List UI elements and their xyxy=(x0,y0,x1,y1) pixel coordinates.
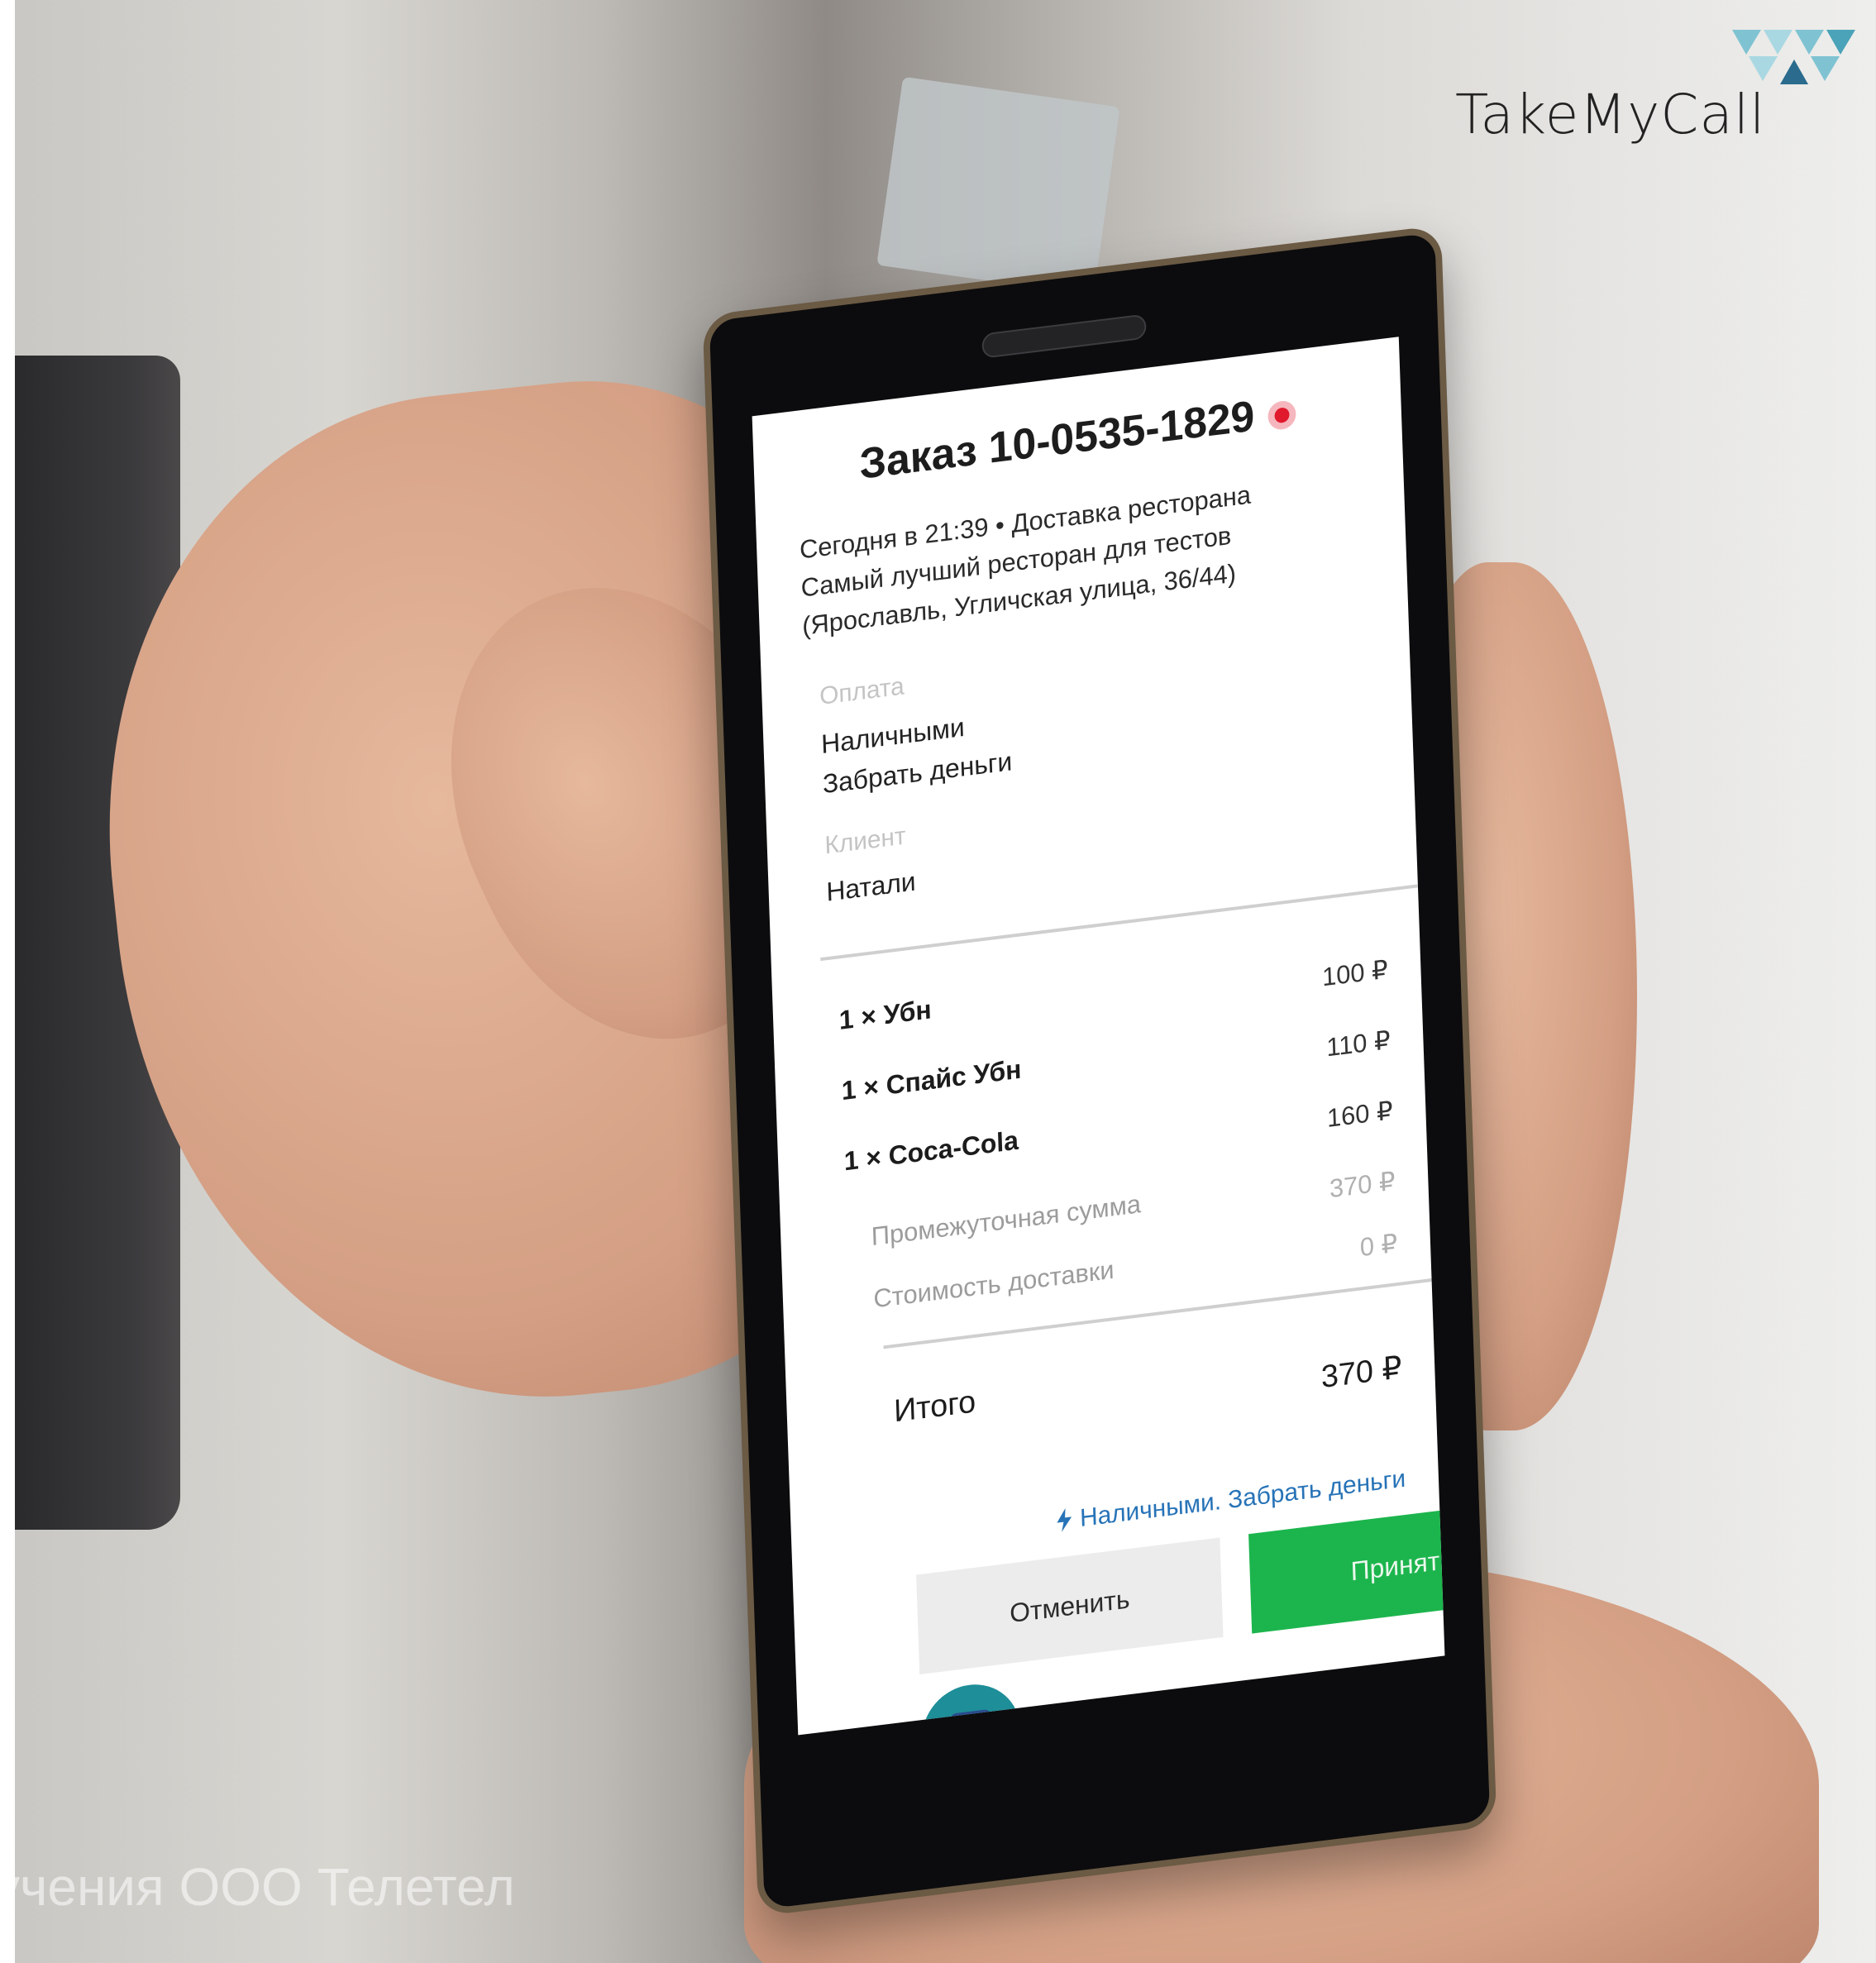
order-screen: Заказ 10-0535-1829 Сегодня в 21:39 • Дос… xyxy=(752,337,1445,1736)
total-value: 370 ₽ xyxy=(1320,1350,1403,1396)
item-name: 1 × Coca-Cola xyxy=(843,1125,1019,1177)
smartphone: Заказ 10-0535-1829 Сегодня в 21:39 • Дос… xyxy=(702,225,1497,1917)
takemycall-logo: TakeMyCall xyxy=(1455,30,1855,154)
order-meta: Сегодня в 21:39 • Доставка ресторана Сам… xyxy=(799,475,1254,645)
item-price: 160 ₽ xyxy=(1326,1096,1394,1133)
payment-label: Оплата xyxy=(819,672,905,710)
delivery-label: Стоимость доставки xyxy=(872,1254,1115,1314)
bolt-icon xyxy=(1057,1507,1072,1532)
order-title-row: Заказ 10-0535-1829 xyxy=(753,373,1401,502)
subtotal-value: 370 ₽ xyxy=(1329,1166,1396,1204)
order-title: Заказ 10-0535-1829 xyxy=(858,392,1256,490)
record-dot-icon xyxy=(1267,399,1296,432)
cancel-button[interactable]: Отменить xyxy=(916,1537,1224,1674)
item-name: 1 × Убн xyxy=(838,994,933,1036)
watermark-text: учения ООО Телетел xyxy=(0,1857,515,1917)
left-white-border xyxy=(0,0,15,1963)
earpiece-speaker xyxy=(981,313,1147,359)
logo-text: TakeMyCall xyxy=(1455,83,1766,146)
phone-security-tag xyxy=(876,76,1120,296)
document-icon xyxy=(949,1708,993,1736)
total-label: Итого xyxy=(893,1384,976,1430)
logo-triangles-icon xyxy=(1732,30,1855,84)
item-name: 1 × Спайс Убн xyxy=(841,1053,1022,1106)
accept-button[interactable]: Принять xyxy=(1248,1497,1445,1634)
floating-action-button[interactable] xyxy=(919,1679,1023,1736)
client-label: Клиент xyxy=(823,822,907,860)
subtotal-label: Промежуточная сумма xyxy=(871,1189,1142,1252)
item-price: 100 ₽ xyxy=(1321,954,1389,992)
item-price: 110 ₽ xyxy=(1325,1024,1391,1063)
client-name: Натали xyxy=(825,866,917,907)
delivery-value: 0 ₽ xyxy=(1359,1228,1398,1263)
